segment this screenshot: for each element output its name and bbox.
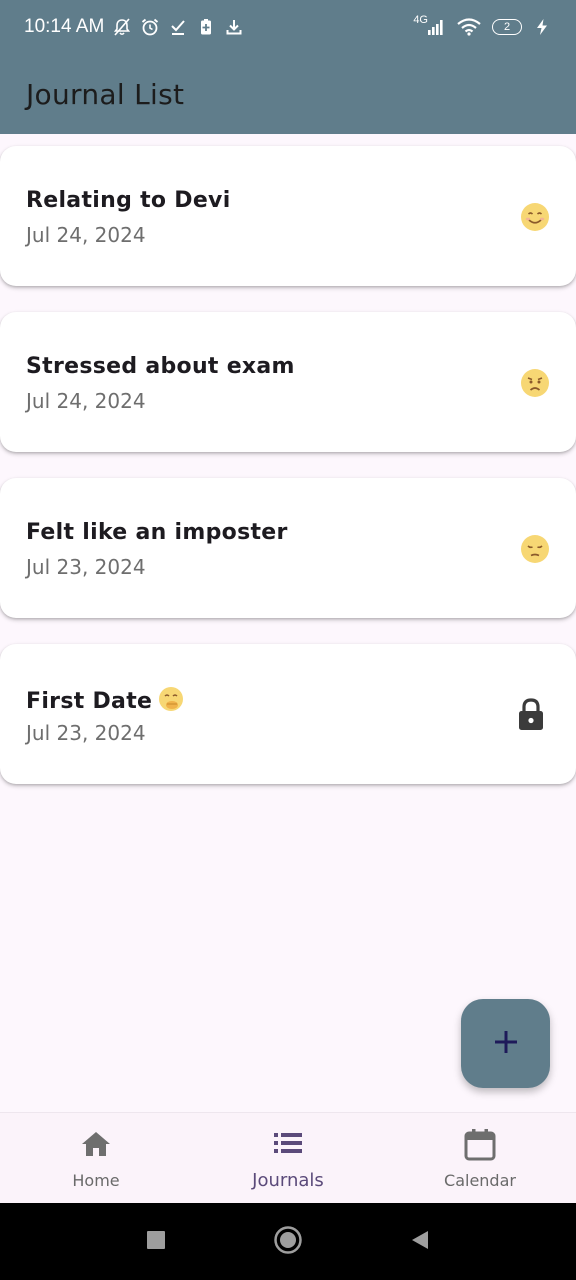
add-journal-button[interactable] [461, 999, 550, 1088]
charging-bolt-icon [532, 17, 552, 37]
app-bar: Journal List [0, 54, 576, 134]
plus-icon [491, 1027, 521, 1061]
journal-title: Relating to Devi [26, 188, 231, 213]
system-navigation-bar [0, 1203, 576, 1280]
nav-label-journals: Journals [252, 1169, 324, 1191]
mute-bell-icon [112, 17, 132, 37]
check-icon [168, 17, 188, 37]
journal-title: First Date [26, 686, 184, 714]
nav-label-calendar: Calendar [444, 1170, 516, 1190]
signal-icon [426, 17, 446, 37]
nav-item-home[interactable]: Home [0, 1113, 192, 1203]
battery-icon: 2 [492, 19, 522, 35]
back-button[interactable] [403, 1225, 437, 1259]
page-title: Journal List [26, 77, 185, 111]
network-type: 4G [413, 14, 428, 26]
download-icon [224, 17, 244, 37]
recents-button[interactable] [139, 1225, 173, 1259]
triangle-back-icon [409, 1229, 431, 1255]
worried-face-icon [520, 368, 550, 398]
journal-card[interactable]: Relating to Devi Jul 24, 2024 [0, 146, 576, 286]
calendar-icon [463, 1127, 497, 1165]
lock-icon [516, 697, 546, 731]
circle-icon [273, 1225, 303, 1259]
bottom-navigation: Home Journals Calendar [0, 1112, 576, 1203]
journal-date: Jul 24, 2024 [26, 223, 146, 247]
face-with-hand-over-mouth-icon [158, 686, 184, 712]
status-time: 10:14 AM [24, 16, 105, 37]
journal-date: Jul 23, 2024 [26, 555, 146, 579]
journal-list: Relating to Devi Jul 24, 2024 Stressed a… [0, 146, 576, 810]
journal-date: Jul 24, 2024 [26, 389, 146, 413]
nav-label-home: Home [72, 1170, 120, 1190]
nav-item-calendar[interactable]: Calendar [384, 1113, 576, 1203]
journal-card[interactable]: Felt like an imposter Jul 23, 2024 [0, 478, 576, 618]
home-system-button[interactable] [271, 1225, 305, 1259]
square-icon [146, 1230, 166, 1254]
journal-date: Jul 23, 2024 [26, 721, 146, 745]
list-icon [271, 1126, 305, 1164]
smiling-face-icon [520, 202, 550, 232]
wifi-icon [456, 17, 482, 37]
journal-title: Felt like an imposter [26, 520, 288, 545]
journal-title-text: First Date [26, 689, 153, 714]
nav-item-journals[interactable]: Journals [192, 1113, 384, 1203]
journal-title: Stressed about exam [26, 354, 295, 379]
home-icon [79, 1127, 113, 1165]
journal-card[interactable]: Stressed about exam Jul 24, 2024 [0, 312, 576, 452]
battery-saver-icon [196, 17, 216, 37]
alarm-icon [140, 17, 160, 37]
status-bar: 10:14 AM 4G 2 [0, 0, 576, 54]
journal-card[interactable]: First Date Jul 23, 2024 [0, 644, 576, 784]
pensive-face-icon [520, 534, 550, 564]
